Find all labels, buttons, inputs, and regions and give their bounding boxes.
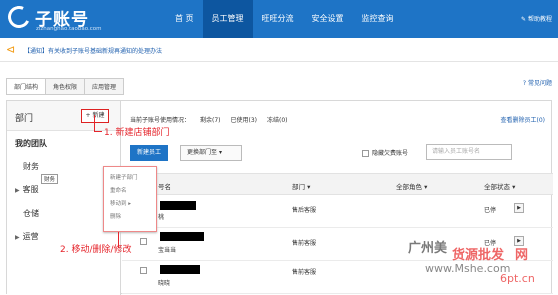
stat-frozen: 冻结(0) (267, 117, 288, 124)
employee-dept: 售后客服 (292, 207, 317, 214)
stat-used: 已使用(3) (230, 117, 258, 124)
tree-item-finance[interactable]: 财务 (23, 161, 39, 172)
hide-arrears-label: 隐藏欠费账号 (372, 150, 409, 157)
search-input[interactable]: 请输入员工账号名 (426, 144, 512, 160)
row-action-icon[interactable]: ▶ (514, 203, 524, 213)
annotation-line (94, 115, 95, 131)
top-bar: 子账号 zizhanghao.taobao.com 首 页 员工管理 旺旺分流 … (0, 0, 558, 38)
new-employee-button[interactable]: 新建员工 (130, 145, 168, 161)
usage-stats: 当前子账号使用情况： 剩余(7) 已使用(3) 冻结(0) (130, 115, 298, 124)
table-row[interactable]: 桃 售后客服 已停 ▶ (122, 195, 553, 228)
annotation-1: 1. 新建店铺部门 (104, 128, 170, 138)
tab-dept-structure[interactable]: 部门结构 (6, 78, 47, 95)
nav-security[interactable]: 安全设置 (303, 0, 353, 38)
redacted-name (160, 265, 200, 274)
notice-link[interactable]: 【通知】有关收到子账号基础新规再通知的处理办法 (24, 46, 162, 55)
col-name: 号名 (158, 183, 171, 191)
watermark-site: www.Mshe.com (425, 262, 511, 275)
employee-name: 宝当当 (158, 247, 177, 254)
logo-icon (4, 2, 34, 32)
table-header: 号名 部门 ▾ 全部角色 ▾ 全部状态 ▾ (122, 173, 553, 195)
menu-new-subdept[interactable]: 新建子部门 (110, 173, 156, 181)
stats-label: 当前子账号使用情况： (130, 117, 191, 124)
checkbox-icon (362, 150, 369, 157)
speaker-icon: ⊲ (6, 43, 16, 56)
tree-item-ops-label: 运营 (22, 232, 39, 241)
nav-home[interactable]: 首 页 (166, 0, 203, 38)
row-checkbox[interactable] (140, 267, 147, 274)
tree-item-cs-label: 客服 (22, 185, 39, 194)
employee-name: 桃 (158, 214, 165, 221)
notice-bar: ⊲ 【通知】有关收到子账号基础新规再通知的处理办法 (0, 38, 558, 62)
watermark-site2: 6pt.cn (500, 272, 535, 285)
tab-bar: 部门结构 角色权限 应用管理 (6, 78, 125, 95)
employee-status: 已停 (484, 207, 497, 214)
chevron-down-icon: ▾ (218, 149, 222, 156)
redacted-name (160, 201, 196, 210)
tab-role-permissions[interactable]: 角色权限 (45, 78, 86, 95)
watermark: 货源批发 (452, 248, 505, 263)
watermark: 网 (515, 248, 529, 263)
watermark: 广州美 (408, 241, 448, 256)
faq-label: 常见问题 (527, 80, 552, 87)
main-nav: 首 页 员工管理 旺旺分流 安全设置 监控查询 (166, 0, 403, 38)
help-label: 帮助教程 (527, 16, 552, 23)
col-dept[interactable]: 部门 ▾ (292, 181, 310, 191)
dept-title: 部门 (15, 114, 34, 124)
col-roles[interactable]: 全部角色 ▾ (396, 181, 427, 191)
logo-subtitle: zizhanghao.taobao.com (36, 26, 102, 32)
tree-item-my-team[interactable]: 我的团队 (15, 138, 47, 149)
nav-employee-mgmt[interactable]: 员工管理 (202, 0, 253, 38)
nav-wangwang[interactable]: 旺旺分流 (253, 0, 303, 38)
tree-item-cs[interactable]: ▶ 客服 (15, 184, 39, 195)
context-menu: 新建子部门 重命名 移动到 ▸ 删除 (103, 166, 157, 232)
expand-icon[interactable]: ▶ (15, 234, 20, 241)
menu-move-label: 移动到 (110, 201, 127, 207)
menu-delete[interactable]: 删除 (110, 212, 156, 220)
tooltip: 财务 (41, 174, 59, 184)
annotation-2: 2. 移动/删除/修改 (60, 245, 132, 255)
help-icon: ✎ (521, 16, 527, 23)
expand-icon[interactable]: ▶ (15, 187, 20, 194)
deleted-employees-link[interactable]: 查看删除员工(0) (501, 115, 546, 124)
employee-name: 晓晓 (158, 280, 171, 287)
redacted-name (160, 232, 204, 241)
tree-item-warehouse[interactable]: 仓储 (23, 208, 39, 219)
change-dept-label: 更换部门至 (187, 149, 218, 156)
faq-link[interactable]: ? 常见问题 (523, 78, 552, 87)
employee-dept: 售前客服 (292, 269, 317, 276)
employee-dept: 售前客服 (292, 240, 317, 247)
help-link[interactable]: ✎ 帮助教程 (521, 14, 552, 23)
tree-item-ops[interactable]: ▶ 运营 (15, 231, 39, 242)
col-roles-label: 全部角色 (396, 183, 422, 191)
faq-icon: ? (522, 80, 527, 87)
col-dept-label: 部门 (292, 183, 305, 191)
annotation-line (94, 131, 102, 132)
col-status[interactable]: 全部状态 ▾ (484, 181, 515, 191)
change-dept-select[interactable]: 更换部门至 ▾ (180, 145, 242, 161)
nav-monitor[interactable]: 监控查询 (353, 0, 403, 38)
menu-rename[interactable]: 重命名 (110, 186, 156, 194)
col-status-label: 全部状态 (484, 183, 510, 191)
tab-app-mgmt[interactable]: 应用管理 (84, 78, 125, 95)
menu-move-to[interactable]: 移动到 ▸ (110, 199, 156, 207)
new-dept-button[interactable]: + 新建 (81, 109, 109, 123)
stat-remaining: 剩余(7) (200, 117, 221, 124)
row-checkbox[interactable] (140, 238, 147, 245)
hide-arrears-checkbox[interactable]: 隐藏欠费账号 (362, 148, 408, 157)
